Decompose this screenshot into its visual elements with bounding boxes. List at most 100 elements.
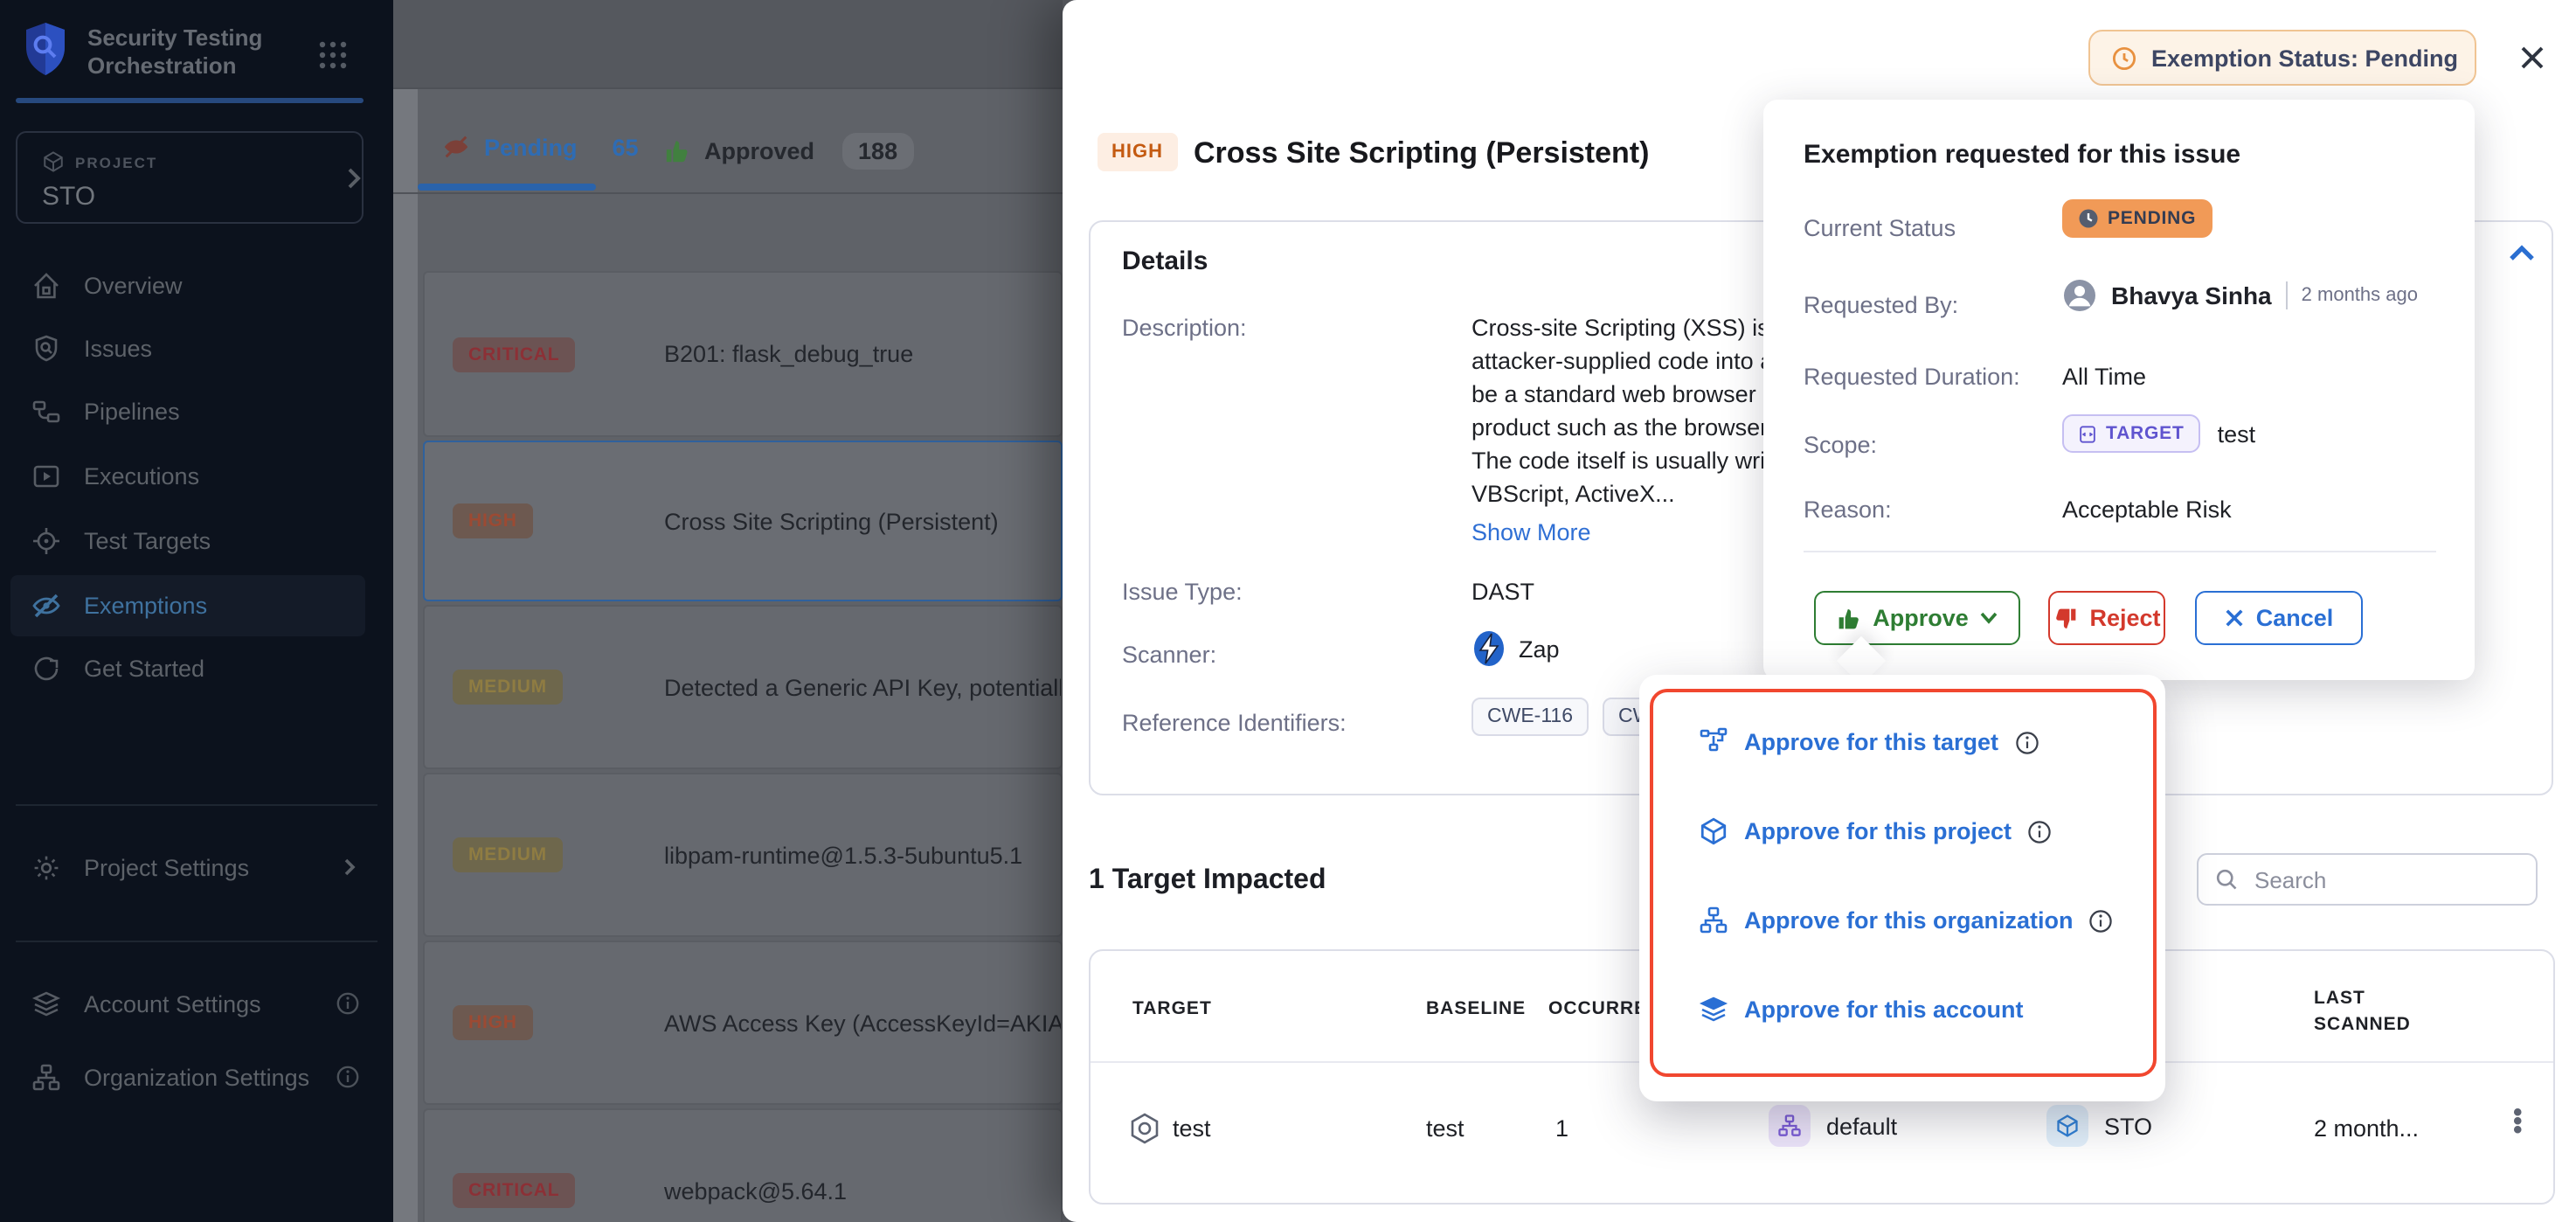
- app-logo-shield-icon: [23, 21, 68, 77]
- col-baseline: BASELINE: [1426, 998, 1526, 1019]
- close-icon[interactable]: [2518, 44, 2546, 72]
- severity-badge: MEDIUM: [453, 670, 563, 705]
- list-header-strip: [393, 0, 1063, 89]
- sidebar-accent-divider: [16, 98, 364, 103]
- sidebar-item-exemptions[interactable]: Exemptions: [0, 579, 393, 631]
- menu-item-approve-project[interactable]: Approve for this project: [1699, 816, 2052, 846]
- tab-approved[interactable]: Approved 188: [664, 133, 913, 170]
- tab-approved-count: 188: [842, 133, 913, 170]
- module-grid-icon[interactable]: [318, 40, 348, 70]
- show-more-link[interactable]: Show More: [1472, 519, 1591, 545]
- sidebar-item-label: Overview: [84, 272, 183, 298]
- row-menu-kebab-icon[interactable]: •••: [2513, 1108, 2523, 1135]
- sidebar-item-organization-settings[interactable]: Organization Settings: [0, 1051, 393, 1103]
- sidebar-item-account-settings[interactable]: Account Settings: [0, 977, 393, 1030]
- sidebar-item-label: Issues: [84, 335, 152, 361]
- sidebar-item-get-started[interactable]: Get Started: [0, 642, 393, 694]
- issue-title: Detected a Generic API Key, potentially …: [664, 674, 1063, 700]
- approve-dropdown-menu: Approve for this target Approve for this…: [1650, 689, 2157, 1077]
- issue-title: B201: flask_debug_true: [664, 341, 913, 367]
- project-cube-icon: [2046, 1105, 2088, 1147]
- issue-title: Cross Site Scripting (Persistent): [664, 508, 999, 534]
- info-icon: [336, 1065, 360, 1089]
- tab-pending[interactable]: Pending 65: [442, 133, 639, 161]
- list-scrollbar[interactable]: [393, 0, 418, 1222]
- menu-item-label: Approve for this account: [1744, 996, 2024, 1023]
- current-status-badge: PENDING: [2062, 199, 2212, 238]
- detail-title: Cross Site Scripting (Persistent): [1194, 136, 1649, 171]
- cancel-button[interactable]: Cancel: [2195, 591, 2363, 645]
- tab-approved-label: Approved: [704, 138, 814, 164]
- requested-duration-label: Requested Duration:: [1804, 364, 2020, 390]
- home-icon: [31, 270, 61, 300]
- tab-pending-count: 65: [613, 134, 639, 160]
- sidebar-item-project-settings[interactable]: Project Settings: [0, 841, 393, 893]
- issue-row[interactable]: HIGH AWS Access Key (AccessKeyId=AKIAIOS…: [423, 941, 1063, 1105]
- row-org: default: [1769, 1105, 1897, 1147]
- cwe-chip[interactable]: CWE-116: [1472, 698, 1589, 736]
- sidebar-item-overview[interactable]: Overview: [0, 259, 393, 311]
- cube-icon: [42, 150, 65, 173]
- pending-exemptions-panel: Pending 65 Approved 188 SEVERITY ISSUE C…: [393, 0, 1063, 1222]
- layers-icon: [31, 989, 61, 1018]
- org-chart-icon: [31, 1062, 61, 1092]
- severity-badge: HIGH: [453, 503, 533, 538]
- play-box-icon: [31, 461, 61, 490]
- row-occurrences: 1: [1555, 1115, 1568, 1142]
- cube-icon: [1699, 816, 1728, 846]
- chevron-down-icon: [1981, 612, 1998, 624]
- sidebar-item-label: Test Targets: [84, 527, 211, 553]
- issue-row[interactable]: CRITICAL B201: flask_debug_true: [423, 271, 1063, 437]
- issue-row[interactable]: MEDIUM libpam-runtime@1.5.3-5ubuntu5.1: [423, 773, 1063, 937]
- issue-row-selected[interactable]: HIGH Cross Site Scripting (Persistent): [423, 441, 1063, 601]
- app-title: Security Testing Orchestration: [87, 24, 315, 80]
- current-status-label: Current Status: [1804, 215, 1956, 241]
- issue-type-value: DAST: [1472, 579, 1534, 605]
- search-input[interactable]: [2251, 864, 2503, 894]
- issue-detail-drawer: Exemption Status: Pending HIGH Cross Sit…: [1063, 0, 2576, 1222]
- issue-title: webpack@5.64.1: [664, 1177, 847, 1204]
- scope-label: Scope:: [1804, 432, 1877, 458]
- row-target[interactable]: test: [1173, 1115, 1211, 1142]
- sidebar-item-label: Pipelines: [84, 398, 180, 424]
- scope-tag-label: TARGET: [2106, 423, 2185, 444]
- sidebar-item-issues[interactable]: Issues: [0, 322, 393, 374]
- sidebar-item-label: Exemptions: [84, 592, 207, 618]
- project-selector[interactable]: PROJECT STO: [16, 131, 364, 224]
- gear-icon: [31, 852, 61, 882]
- details-heading: Details: [1122, 246, 1208, 276]
- menu-item-label: Approve for this project: [1744, 818, 2012, 844]
- org-chip-icon: [1769, 1105, 1811, 1147]
- menu-item-approve-account[interactable]: Approve for this account: [1699, 995, 2024, 1024]
- issue-row[interactable]: MEDIUM Detected a Generic API Key, poten…: [423, 605, 1063, 769]
- cancel-label: Cancel: [2256, 605, 2334, 631]
- sidebar-item-label: Project Settings: [84, 854, 249, 880]
- tab-divider: [393, 192, 1063, 194]
- col-last-scanned: LAST SCANNED: [2314, 986, 2419, 1038]
- sidebar-item-pipelines[interactable]: Pipelines: [0, 385, 393, 437]
- approve-button[interactable]: Approve: [1814, 591, 2020, 645]
- sidebar-item-executions[interactable]: Executions: [0, 449, 393, 502]
- severity-badge: CRITICAL: [453, 1173, 575, 1208]
- info-icon: [2027, 819, 2052, 844]
- issue-row[interactable]: CRITICAL webpack@5.64.1: [423, 1108, 1063, 1222]
- reject-button[interactable]: Reject: [2048, 591, 2165, 645]
- reason-label: Reason:: [1804, 496, 1892, 523]
- col-target: TARGET: [1132, 998, 1212, 1019]
- severity-badge: CRITICAL: [453, 337, 575, 371]
- sidebar-item-test-targets[interactable]: Test Targets: [0, 514, 393, 566]
- banner-label: Exemption Status: Pending: [2151, 45, 2458, 71]
- info-icon: [2014, 730, 2039, 754]
- avatar-icon: [2062, 278, 2097, 313]
- sidebar-item-label: Organization Settings: [84, 1064, 309, 1090]
- menu-item-approve-target[interactable]: Approve for this target: [1699, 727, 2039, 757]
- collapse-chevron-icon[interactable]: [2508, 243, 2536, 262]
- description-label: Description:: [1122, 315, 1247, 341]
- severity-badge: MEDIUM: [453, 837, 563, 872]
- menu-item-approve-organization[interactable]: Approve for this organization: [1699, 906, 2114, 935]
- scope-target-name: test: [2218, 420, 2256, 447]
- requested-by-value: Bhavya Sinha 2 months ago: [2062, 278, 2418, 313]
- active-tab-underline: [418, 184, 596, 191]
- scope-value: TARGET test: [2062, 414, 2255, 453]
- row-last-scanned: 2 month...: [2314, 1115, 2419, 1142]
